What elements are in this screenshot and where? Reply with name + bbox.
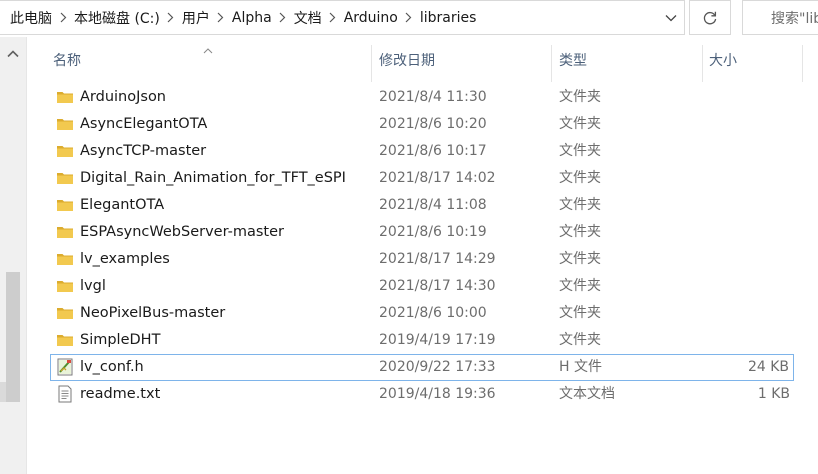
breadcrumb[interactable]: 此电脑 本地磁盘 (C:) 用户 Alpha 文档 Arduino librar… [0, 0, 685, 35]
file-name: AsyncElegantOTA [80, 116, 208, 132]
column-name[interactable]: 名称 [46, 37, 371, 82]
list-item[interactable]: AsyncTCP-master 2021/8/6 10:17 文件夹 [50, 138, 794, 165]
file-name: ArduinoJson [80, 89, 167, 105]
file-type: 文件夹 [559, 170, 601, 186]
file-type: 文件夹 [559, 251, 601, 267]
folder-icon [56, 196, 74, 214]
refresh-button[interactable] [689, 0, 731, 35]
list-item[interactable]: lvgl 2021/8/17 14:30 文件夹 [50, 273, 794, 300]
file-type: 文件夹 [559, 305, 601, 321]
list-item[interactable]: readme.txt 2019/4/18 19:36 文本文档 1 KB [50, 381, 794, 408]
file-name: SimpleDHT [80, 332, 161, 348]
column-date-modified[interactable]: 修改日期 [372, 37, 552, 82]
file-type: 文件夹 [559, 278, 601, 294]
list-item[interactable]: ElegantOTA 2021/8/4 11:08 文件夹 [50, 192, 794, 219]
file-date: 2021/8/6 10:00 [379, 305, 487, 321]
address-bar-row: 此电脑 本地磁盘 (C:) 用户 Alpha 文档 Arduino librar… [0, 0, 818, 37]
list-item[interactable]: ArduinoJson 2021/8/4 11:30 文件夹 [50, 84, 794, 111]
chevron-right-icon[interactable] [160, 10, 182, 26]
file-type: 文本文档 [559, 386, 615, 402]
file-size: 24 KB [747, 359, 789, 375]
chevron-right-icon[interactable] [398, 10, 420, 26]
address-history-dropdown[interactable] [656, 0, 685, 35]
list-item[interactable]: AsyncElegantOTA 2021/8/6 10:20 文件夹 [50, 111, 794, 138]
search-input[interactable]: 搜索"libraries" [742, 0, 818, 35]
chevron-right-icon[interactable] [272, 10, 294, 26]
column-header: 名称 修改日期 类型 大小 [27, 37, 818, 82]
file-name: Digital_Rain_Animation_for_TFT_eSPI [80, 170, 346, 186]
column-type[interactable]: 类型 [552, 37, 702, 82]
file-name: lvgl [80, 278, 106, 294]
column-type-label: 类型 [559, 52, 587, 69]
file-type: 文件夹 [559, 116, 601, 132]
file-name: ESPAsyncWebServer-master [80, 224, 284, 240]
folder-icon [56, 331, 74, 349]
folder-icon [56, 277, 74, 295]
list-item[interactable]: NeoPixelBus-master 2021/8/6 10:00 文件夹 [50, 300, 794, 327]
file-size: 1 KB [757, 386, 790, 402]
search-placeholder: 搜索"libraries" [771, 10, 818, 27]
file-date: 2021/8/6 10:19 [379, 224, 487, 240]
chevron-down-icon [665, 14, 676, 21]
file-date: 2021/8/4 11:30 [379, 89, 487, 105]
file-name: readme.txt [80, 386, 161, 402]
navigation-pane-scrollbar[interactable] [0, 37, 27, 474]
file-date: 2021/8/4 11:08 [379, 197, 487, 213]
list-item[interactable]: Digital_Rain_Animation_for_TFT_eSPI 2021… [50, 165, 794, 192]
column-size-label: 大小 [709, 52, 737, 69]
file-date: 2019/4/19 17:19 [379, 332, 496, 348]
file-date: 2021/8/6 10:17 [379, 143, 487, 159]
folder-icon [56, 88, 74, 106]
file-name: AsyncTCP-master [80, 143, 207, 159]
file-type: 文件夹 [559, 197, 601, 213]
chevron-right-icon[interactable] [52, 10, 74, 26]
crumb-arduino[interactable]: Arduino [344, 10, 398, 26]
refresh-icon [703, 11, 717, 24]
file-type: H 文件 [559, 359, 602, 375]
folder-icon [56, 250, 74, 268]
scroll-up-arrow-icon[interactable] [6, 47, 20, 63]
file-type: 文件夹 [559, 89, 601, 105]
file-name: ElegantOTA [80, 197, 165, 213]
column-divider[interactable] [802, 45, 803, 82]
folder-icon [56, 304, 74, 322]
crumb-libraries[interactable]: libraries [420, 10, 477, 26]
text-file-icon [56, 385, 74, 403]
column-size[interactable]: 大小 [702, 37, 802, 82]
crumb-this-pc[interactable]: 此电脑 [10, 8, 52, 28]
crumb-users[interactable]: 用户 [182, 8, 210, 28]
file-type: 文件夹 [559, 143, 601, 159]
file-date: 2021/8/17 14:30 [379, 278, 496, 294]
folder-icon [56, 169, 74, 187]
file-date: 2019/4/18 19:36 [379, 386, 496, 402]
folder-icon [56, 142, 74, 160]
file-name: NeoPixelBus-master [80, 305, 226, 321]
column-date-label: 修改日期 [379, 52, 435, 69]
list-item-selected[interactable]: lv_conf.h 2020/9/22 17:33 H 文件 24 KB [50, 354, 794, 381]
header-file-icon [56, 358, 74, 376]
chevron-right-icon[interactable] [322, 10, 344, 26]
scrollbar-thumb[interactable] [6, 272, 20, 402]
file-date: 2021/8/6 10:20 [379, 116, 487, 132]
chevron-right-icon[interactable] [210, 10, 232, 26]
list-item[interactable]: ESPAsyncWebServer-master 2021/8/6 10:19 … [50, 219, 794, 246]
file-name: lv_examples [80, 251, 170, 267]
list-item[interactable]: lv_examples 2021/8/17 14:29 文件夹 [50, 246, 794, 273]
crumb-local-disk[interactable]: 本地磁盘 (C:) [74, 8, 160, 28]
column-name-label: 名称 [53, 52, 81, 69]
file-date: 2021/8/17 14:29 [379, 251, 496, 267]
list-item[interactable]: SimpleDHT 2019/4/19 17:19 文件夹 [50, 327, 794, 354]
file-type: 文件夹 [559, 224, 601, 240]
file-date: 2021/8/17 14:02 [379, 170, 496, 186]
file-name: lv_conf.h [80, 359, 144, 375]
folder-icon [56, 223, 74, 241]
file-date: 2020/9/22 17:33 [379, 359, 496, 375]
crumb-documents[interactable]: 文档 [294, 8, 322, 28]
crumb-alpha[interactable]: Alpha [232, 10, 272, 26]
file-type: 文件夹 [559, 332, 601, 348]
folder-icon [56, 115, 74, 133]
